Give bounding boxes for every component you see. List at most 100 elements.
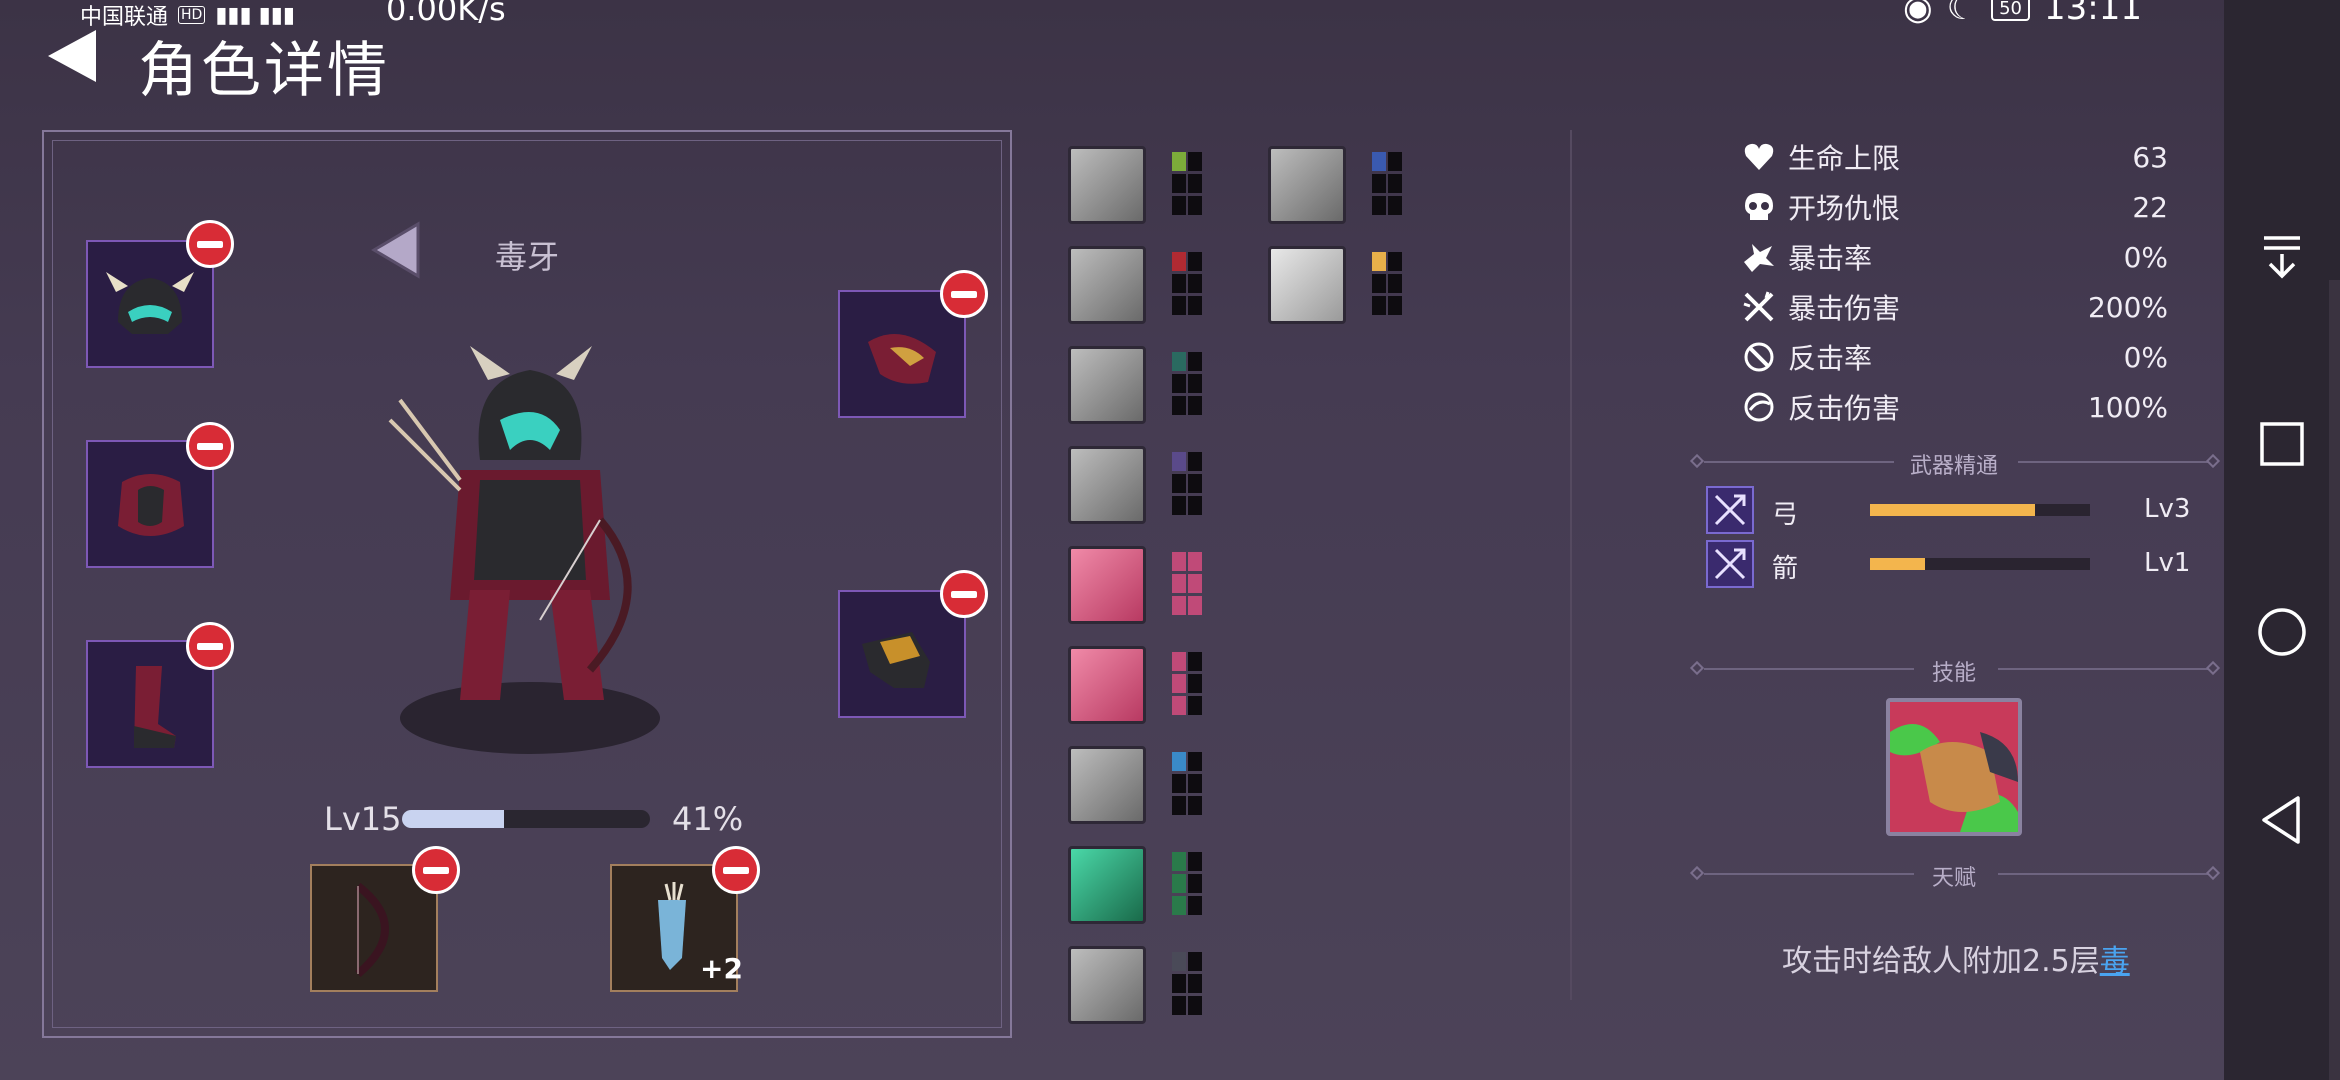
back-nav-icon[interactable]: [2254, 792, 2310, 848]
stack-pip: [1172, 196, 1186, 215]
stat-value: 0%: [2123, 240, 2168, 274]
poison-buff-icon[interactable]: [1068, 846, 1146, 924]
buff-stack-indicator: [1372, 252, 1402, 315]
stat-value: 0%: [2123, 340, 2168, 374]
stack-pip: [1172, 896, 1186, 915]
stat-row: 暴击伤害 200%: [1742, 287, 2168, 327]
remove-bow-button[interactable]: [412, 846, 460, 894]
stack-pip: [1188, 252, 1202, 271]
stack-pip: [1372, 152, 1386, 171]
skill-slot[interactable]: [1886, 698, 2022, 836]
counter-rate-icon: [1744, 342, 1774, 372]
group-buff-icon[interactable]: [1268, 146, 1346, 224]
knight-buff-icon[interactable]: [1068, 746, 1146, 824]
poison-keyword-link[interactable]: 毒: [2100, 944, 2130, 979]
stack-pip: [1172, 374, 1186, 393]
stack-pip: [1172, 452, 1186, 471]
stat-label: 开场仇恨: [1788, 192, 1901, 225]
stack-pip: [1388, 252, 1402, 271]
remove-armor-button[interactable]: [186, 422, 234, 470]
stat-row: 生命上限 63: [1742, 137, 2168, 177]
buff-stack-indicator: [1172, 852, 1202, 915]
stat-row: 开场仇恨 22: [1742, 187, 2168, 227]
stack-pip: [1388, 274, 1402, 293]
stat-value: 100%: [2087, 390, 2168, 424]
home-icon[interactable]: [2254, 604, 2310, 660]
poison-fist-skill-icon: [1890, 702, 2018, 832]
stack-pip: [1172, 352, 1186, 371]
stack-pip: [1188, 974, 1202, 993]
character-name: 毒牙: [495, 238, 560, 276]
remove-helmet-button[interactable]: [186, 220, 234, 268]
skills-title: 技能: [1931, 661, 1976, 686]
battery-icon: 50: [1991, 0, 2031, 21]
section-diamond: [1689, 453, 1705, 469]
remove-cloak-button[interactable]: [940, 270, 988, 318]
stack-pip: [1188, 852, 1202, 871]
stack-pip: [1188, 696, 1202, 715]
blade-buff-icon[interactable]: [1068, 346, 1146, 424]
claw-slash-buff-icon[interactable]: [1068, 546, 1146, 624]
section-line: [1704, 873, 1914, 875]
stack-pip: [1172, 674, 1186, 693]
stat-label: 反击率: [1788, 342, 1873, 375]
stack-pip: [1188, 374, 1202, 393]
stack-pip: [1172, 774, 1186, 793]
buff-stack-indicator: [1172, 652, 1202, 715]
stack-pip: [1172, 952, 1186, 971]
stack-pip: [1172, 396, 1186, 415]
status-bar-right: ◉ ☾ 50 13:11: [1903, 0, 2142, 28]
cross-slash-buff-icon[interactable]: [1068, 646, 1146, 724]
stack-pip: [1172, 652, 1186, 671]
buff-stack-indicator: [1172, 952, 1202, 1015]
stack-pip: [1188, 396, 1202, 415]
page-title: 角色详情: [138, 36, 390, 106]
recent-apps-icon[interactable]: [2254, 416, 2310, 472]
stack-pip: [1188, 574, 1202, 593]
stack-pip: [1188, 274, 1202, 293]
stack-pip: [1172, 274, 1186, 293]
mastery-progress-bar: [1870, 504, 2090, 516]
stat-row: 反击伤害 100%: [1742, 387, 2168, 427]
back-arrow-icon[interactable]: [44, 26, 100, 86]
stack-pip: [1188, 896, 1202, 915]
section-diamond: [2205, 453, 2221, 469]
stack-pip: [1172, 574, 1186, 593]
remove-boots-button[interactable]: [186, 622, 234, 670]
lightning-buff-icon[interactable]: [1068, 946, 1146, 1024]
stack-pip: [1388, 296, 1402, 315]
stack-pip: [1172, 852, 1186, 871]
clock-time: 13:11: [2044, 0, 2142, 28]
stack-pip: [1172, 596, 1186, 615]
strength-buff-icon[interactable]: [1068, 146, 1146, 224]
stack-pip: [1188, 996, 1202, 1015]
stat-row: 暴击率 0%: [1742, 237, 2168, 277]
stack-pip: [1188, 652, 1202, 671]
collapse-down-icon[interactable]: [2254, 228, 2310, 284]
stack-pip: [1188, 196, 1202, 215]
target-buff-icon[interactable]: [1068, 246, 1146, 324]
counter-damage-icon: [1744, 392, 1774, 422]
stack-pip: [1388, 196, 1402, 215]
stack-pip: [1188, 752, 1202, 771]
section-line: [1704, 668, 1914, 670]
stack-pip: [1188, 596, 1202, 615]
mastery-progress-fill: [1870, 558, 1925, 570]
hand-magic-buff-icon[interactable]: [1268, 246, 1346, 324]
scrollbar[interactable]: [2329, 280, 2340, 1080]
buff-stack-indicator: [1172, 152, 1202, 215]
axe-buff-icon[interactable]: [1068, 446, 1146, 524]
remove-quiver-button[interactable]: [712, 846, 760, 894]
stack-pip: [1172, 552, 1186, 571]
hood-icon: [868, 334, 936, 384]
stat-label: 生命上限: [1788, 142, 1901, 175]
section-line: [1998, 873, 2208, 875]
remove-gloves-button[interactable]: [940, 570, 988, 618]
stack-pip: [1188, 152, 1202, 171]
stack-pip: [1372, 274, 1386, 293]
stack-pip: [1188, 296, 1202, 315]
character-sprite: [388, 346, 660, 754]
talent-title: 天赋: [1931, 866, 1976, 891]
stack-pip: [1172, 996, 1186, 1015]
previous-character-arrow-icon[interactable]: [370, 220, 422, 280]
